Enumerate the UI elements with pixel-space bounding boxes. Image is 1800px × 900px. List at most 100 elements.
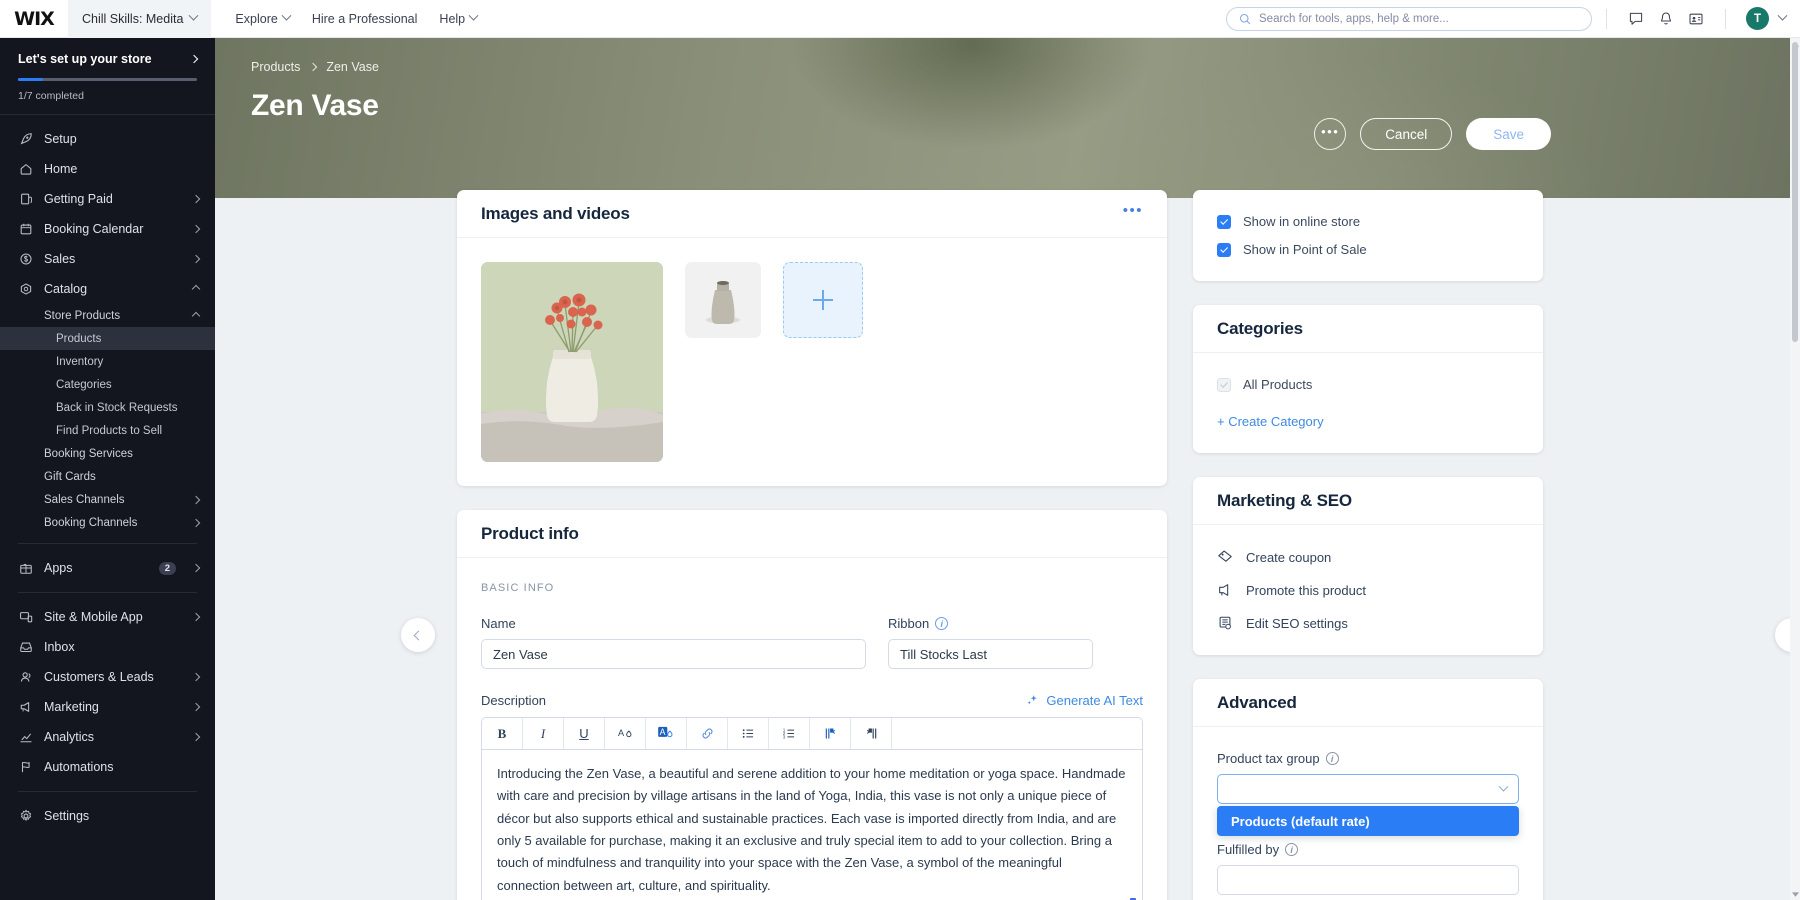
apps-badge: 2: [158, 561, 176, 575]
edit-seo-settings-row[interactable]: Edit SEO settings: [1217, 615, 1519, 631]
sidebar-nav: Setup Home Getting Paid Booking Calendar Sal…: [0, 115, 215, 534]
bulleted-list-button[interactable]: [728, 718, 769, 749]
info-icon[interactable]: i: [1325, 752, 1339, 765]
sidebar-item-settings[interactable]: Settings: [0, 801, 215, 831]
search-input[interactable]: Search for tools, apps, help & more...: [1226, 6, 1592, 31]
product-tax-group-select[interactable]: [1217, 774, 1519, 804]
add-media-button[interactable]: [783, 262, 863, 338]
rich-text-toolbar: BIU A A 123: [481, 717, 1143, 749]
calendar-icon: [18, 222, 33, 237]
info-icon[interactable]: i: [935, 617, 949, 630]
chevron-down-icon: [281, 10, 292, 21]
sidebar-item-find-products-to-sell[interactable]: Find Products to Sell: [0, 419, 215, 442]
sidebar-item-apps[interactable]: Apps 2: [0, 553, 215, 583]
ribbon-label: Ribbon i: [888, 616, 1093, 631]
apps-icon: [18, 561, 33, 576]
sidebar-item-inbox[interactable]: Inbox: [0, 632, 215, 662]
sidebar-item-label: Home: [44, 162, 78, 176]
top-bar-right: Search for tools, apps, help & more... T: [1226, 4, 1800, 34]
chevron-right-icon: [191, 254, 201, 264]
bell-icon[interactable]: [1651, 4, 1681, 34]
sidebar-item-products[interactable]: Products: [0, 327, 215, 350]
bold-button[interactable]: B: [482, 718, 523, 749]
site-selector[interactable]: Chill Skills: Medita: [68, 0, 212, 38]
show-in-point-of-sale-row[interactable]: Show in Point of Sale: [1217, 242, 1519, 257]
sidebar-item-automations[interactable]: Automations: [0, 752, 215, 782]
generate-ai-text-button[interactable]: Generate AI Text: [1026, 693, 1143, 708]
numbered-list-button[interactable]: 123: [769, 718, 810, 749]
sidebar-item-booking-calendar[interactable]: Booking Calendar: [0, 214, 215, 244]
italic-button[interactable]: I: [523, 718, 564, 749]
promote-this-product-row[interactable]: Promote this product: [1217, 582, 1519, 598]
underline-button[interactable]: U: [564, 718, 605, 749]
card-body: [457, 238, 1167, 486]
seo-icon: [1217, 615, 1233, 631]
sidebar-item-store-products[interactable]: Store Products: [0, 304, 215, 327]
show-in-online-store-row[interactable]: Show in online store: [1217, 214, 1519, 229]
setup-progress-block[interactable]: Let's set up your store 1/7 completed: [0, 38, 215, 115]
checkbox-checked-icon[interactable]: [1217, 242, 1231, 257]
topnav-hire-a-professional[interactable]: Hire a Professional: [312, 12, 418, 26]
media-list: [481, 262, 1143, 462]
sidebar-item-sales[interactable]: Sales: [0, 244, 215, 274]
sidebar-item-back-in-stock-requests[interactable]: Back in Stock Requests: [0, 396, 215, 419]
description-editor[interactable]: Introducing the Zen Vase, a beautiful an…: [481, 749, 1143, 900]
link-button[interactable]: [687, 718, 728, 749]
sidebar-item-label: Sales: [44, 252, 76, 266]
avatar[interactable]: T: [1746, 7, 1769, 30]
sidebar-item-sales-channels[interactable]: Sales Channels: [0, 488, 215, 511]
chevron-down-icon[interactable]: [1777, 10, 1788, 21]
sidebar-item-home[interactable]: Home: [0, 154, 215, 184]
payment-icon: [18, 192, 33, 207]
sidebar-item-label: Analytics: [44, 730, 95, 744]
create-category-link[interactable]: + Create Category: [1217, 414, 1519, 429]
text-color-button[interactable]: A: [605, 718, 646, 749]
create-coupon-row[interactable]: Create coupon: [1217, 549, 1519, 565]
topnav-explore[interactable]: Explore: [235, 10, 292, 26]
vase-with-flowers-photo[interactable]: [481, 262, 663, 462]
sidebar-item-site-mobile-app[interactable]: Site & Mobile App: [0, 602, 215, 632]
scrollbar-thumb[interactable]: [1792, 42, 1798, 342]
more-actions-button[interactable]: •••: [1314, 118, 1347, 150]
save-button[interactable]: Save: [1466, 118, 1551, 150]
sidebar-item-setup[interactable]: Setup: [0, 124, 215, 154]
fulfilled-by-select[interactable]: [1217, 865, 1519, 895]
page-scrollbar[interactable]: [1790, 38, 1800, 900]
create-coupon-label: Create coupon: [1246, 549, 1332, 565]
sidebar-item-customers-leads[interactable]: Customers & Leads: [0, 662, 215, 692]
wix-logo[interactable]: WIX: [0, 8, 68, 30]
sidebar-item-getting-paid[interactable]: Getting Paid: [0, 184, 215, 214]
sidebar-item-marketing[interactable]: Marketing: [0, 692, 215, 722]
contacts-card-icon[interactable]: [1681, 4, 1711, 34]
info-icon[interactable]: i: [1285, 843, 1299, 856]
sidebar-item-categories[interactable]: Categories: [0, 373, 215, 396]
chat-icon[interactable]: [1621, 4, 1651, 34]
tax-option-products-default-rate[interactable]: Products (default rate): [1217, 806, 1519, 836]
chevron-right-icon: [191, 672, 201, 682]
sidebar-item-booking-services[interactable]: Booking Services: [0, 442, 215, 465]
dollar-icon: [18, 252, 33, 267]
sidebar-item-analytics[interactable]: Analytics: [0, 722, 215, 752]
sidebar-item-gift-cards[interactable]: Gift Cards: [0, 465, 215, 488]
scroll-down-arrow[interactable]: [1790, 888, 1800, 900]
breadcrumb-products[interactable]: Products: [251, 60, 300, 74]
cancel-button[interactable]: Cancel: [1360, 118, 1453, 150]
sidebar-item-catalog[interactable]: Catalog: [0, 274, 215, 304]
name-input[interactable]: Zen Vase: [481, 639, 866, 669]
sidebar-item-booking-channels[interactable]: Booking Channels: [0, 511, 215, 534]
topnav-help[interactable]: Help: [439, 10, 479, 26]
progress-bar: [18, 78, 197, 81]
previous-product-button[interactable]: [401, 618, 435, 652]
checkbox-checked-icon[interactable]: [1217, 214, 1231, 229]
breadcrumb-current: Zen Vase: [326, 60, 379, 74]
sidebar-item-inventory[interactable]: Inventory: [0, 350, 215, 373]
align-rtl-button[interactable]: [851, 718, 892, 749]
ribbon-input[interactable]: Till Stocks Last: [888, 639, 1093, 669]
divider: [18, 543, 197, 544]
card-body: All Products + Create Category: [1193, 353, 1543, 453]
card-more-button[interactable]: •••: [1123, 203, 1143, 220]
vase-product-photo[interactable]: [685, 262, 761, 338]
highlight-color-button[interactable]: A: [646, 718, 687, 749]
align-ltr-button[interactable]: [810, 718, 851, 749]
inbox-icon: [18, 640, 33, 655]
